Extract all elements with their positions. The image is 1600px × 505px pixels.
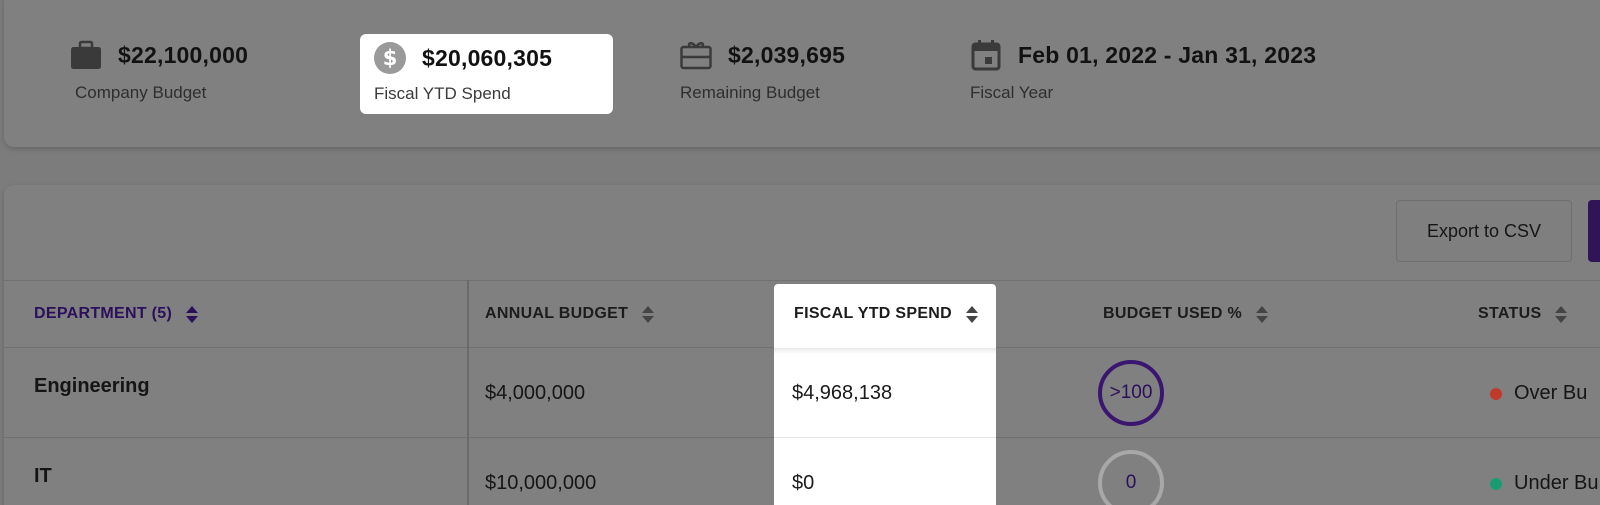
svg-text:$: $ (383, 46, 398, 70)
column-header-department-label: DEPARTMENT (5) (34, 305, 173, 322)
sort-icon[interactable] (966, 305, 979, 323)
column-header-annual-budget-label: ANNUAL BUDGET (485, 305, 629, 322)
sort-icon[interactable] (1256, 305, 1269, 323)
fiscal-year-stat: Feb 01, 2022 - Jan 31, 2023 Fiscal Year (970, 35, 1316, 103)
column-header-budget-used-label: BUDGET USED % (1103, 305, 1243, 322)
column-header-annual-budget[interactable]: ANNUAL BUDGET (485, 280, 655, 348)
spend-header-shadow (774, 348, 996, 354)
status-badge: Under Bu (1490, 472, 1599, 495)
fiscal-year-value: Feb 01, 2022 - Jan 31, 2023 (1018, 41, 1317, 68)
column-header-budget-used[interactable]: BUDGET USED % (1103, 280, 1269, 348)
table-row-annual-budget: $4,000,000 (485, 382, 586, 404)
fiscal-ytd-spend-value: $20,060,305 (422, 44, 553, 71)
sort-icon[interactable] (642, 305, 655, 323)
status-label: Under Bu (1514, 472, 1599, 494)
fiscal-year-label: Fiscal Year (970, 83, 1054, 102)
column-header-fiscal-ytd-spend[interactable]: FISCAL YTD SPEND (794, 280, 979, 348)
row-divider (774, 437, 996, 438)
remaining-budget-label: Remaining Budget (680, 83, 820, 102)
remaining-budget-stat: $2,039,695 Remaining Budget (680, 35, 845, 103)
status-badge: Over Bu (1490, 382, 1587, 405)
table-row-department[interactable]: Engineering (34, 375, 150, 398)
company-budget-value: $22,100,000 (118, 41, 249, 68)
export-csv-button[interactable]: Export to CSV (1396, 200, 1572, 262)
briefcase-icon (70, 39, 102, 71)
column-header-status[interactable]: STATUS (1478, 280, 1568, 348)
table-row-fiscal-ytd-spend: $4,968,138 (792, 382, 893, 404)
table-row-annual-budget: $10,000,000 (485, 472, 597, 494)
primary-action-button[interactable] (1588, 200, 1600, 262)
budget-page: $22,100,000 Company Budget $ $20,060,305… (0, 0, 1600, 505)
calendar-icon (970, 39, 1002, 71)
status-label: Over Bu (1514, 382, 1588, 404)
status-dot-icon (1490, 477, 1502, 490)
fiscal-ytd-spend-label: Fiscal YTD Spend (374, 84, 511, 103)
column-header-fiscal-ytd-spend-label: FISCAL YTD SPEND (794, 305, 953, 322)
company-budget-label: Company Budget (75, 83, 207, 102)
fiscal-ytd-spend-stat: $ $20,060,305 Fiscal YTD Spend (360, 34, 613, 114)
remaining-budget-value: $2,039,695 (728, 41, 846, 68)
dollar-circle-icon: $ (374, 42, 406, 74)
sort-icon[interactable] (186, 305, 199, 323)
table-row-fiscal-ytd-spend: $0 (792, 472, 815, 494)
budget-used-ring: >100 (1098, 360, 1164, 426)
column-divider (467, 280, 469, 505)
sort-icon[interactable] (1555, 305, 1568, 323)
table-row-department[interactable]: IT (34, 465, 52, 488)
column-header-status-label: STATUS (1478, 305, 1542, 322)
column-header-department[interactable]: DEPARTMENT (5) (34, 280, 199, 348)
status-dot-icon (1490, 387, 1502, 400)
company-budget-stat: $22,100,000 Company Budget (70, 35, 248, 103)
gift-card-icon (680, 39, 712, 71)
